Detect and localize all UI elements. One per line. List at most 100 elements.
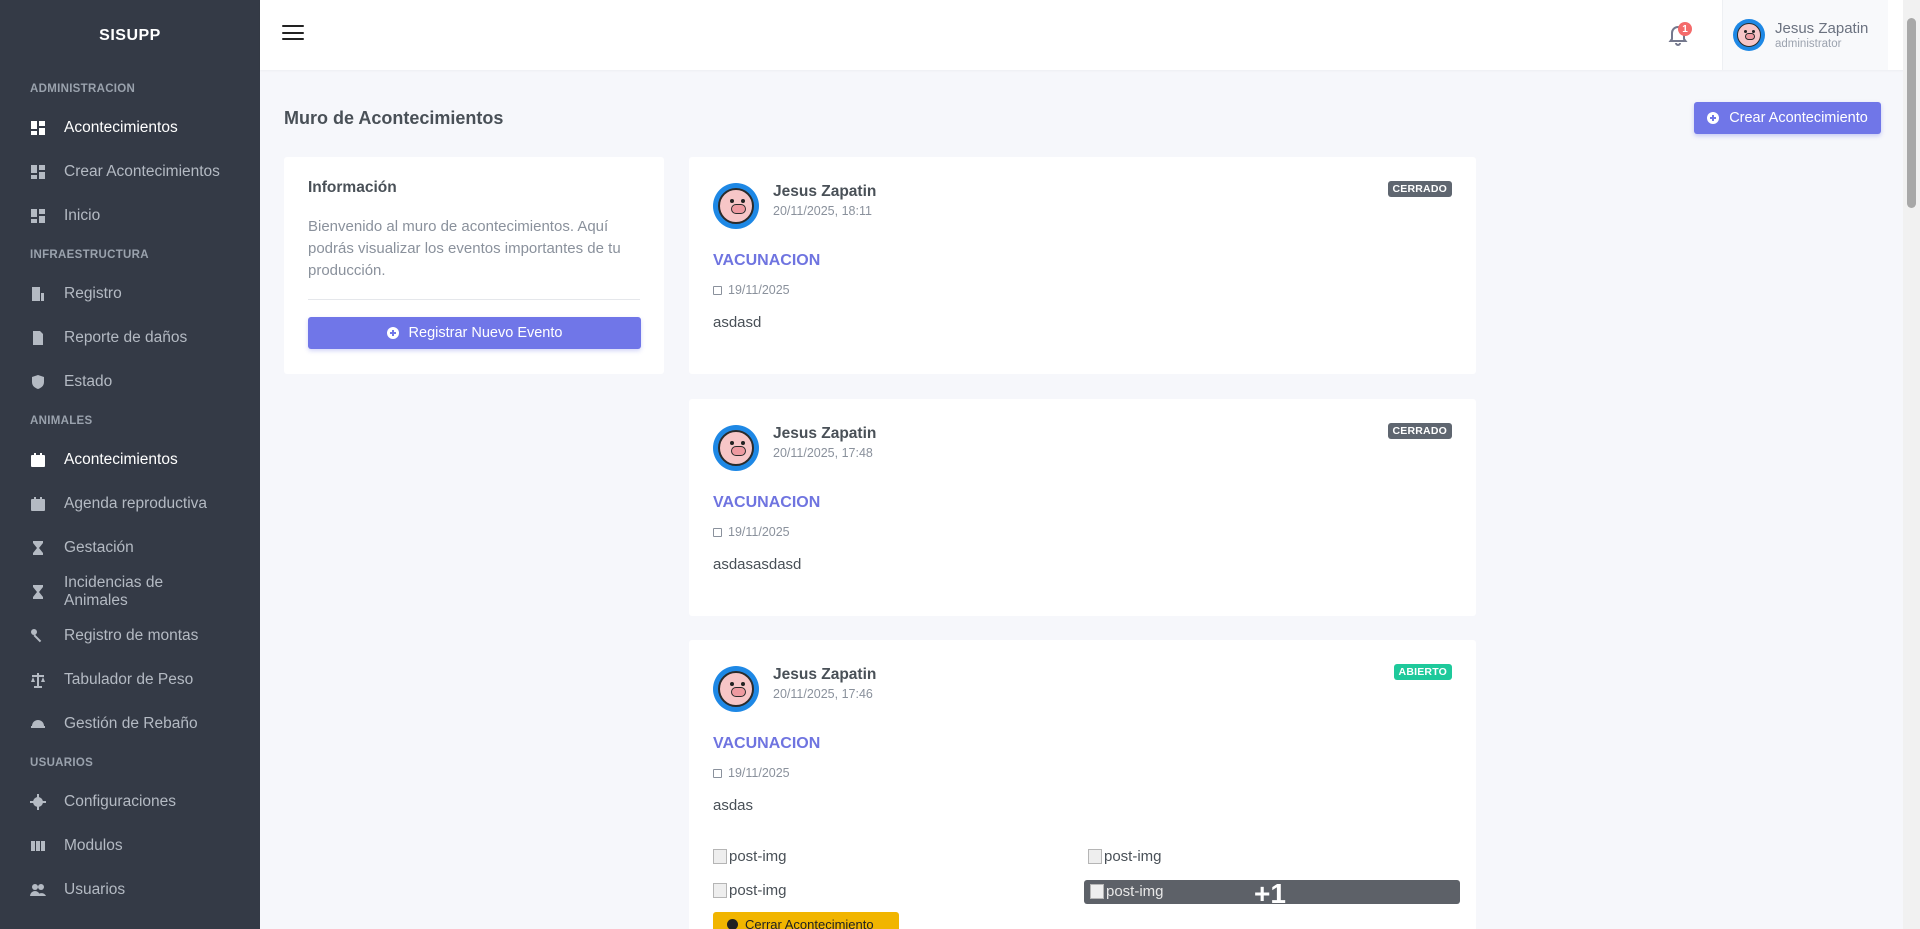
event-post: Jesus Zapatin 20/11/2025, 18:11 CERRADO …: [689, 157, 1476, 374]
sidebar-item-label: Acontecimientos: [64, 119, 178, 136]
sidebar-item-label: Crear Acontecimientos: [64, 163, 220, 180]
post-event-type[interactable]: VACUNACION: [713, 252, 820, 270]
sidebar-item-incidencias-de-animales[interactable]: Incidencias de Animales: [0, 570, 260, 614]
avatar: [1733, 19, 1765, 51]
status-badge: ABIERTO: [1393, 664, 1452, 680]
brand-logo[interactable]: SISUPP: [0, 0, 260, 72]
post-event-type[interactable]: VACUNACION: [713, 735, 820, 753]
sidebar-item-label: Estado: [64, 373, 113, 390]
calendar-icon: [713, 768, 722, 778]
post-event-date: 19/11/2025: [713, 766, 790, 780]
more-images-overlay[interactable]: post-img +1: [1084, 878, 1460, 909]
sidebar-item-label: Configuraciones: [64, 793, 177, 810]
post-image-alt: post-img: [1104, 848, 1162, 865]
sidebar-item-label: Gestión de Rebaño: [64, 715, 198, 732]
calendar-icon: [713, 285, 722, 295]
post-event-date-text: 19/11/2025: [728, 766, 790, 780]
broken-image-icon: [1090, 884, 1104, 899]
post-image-alt: post-img: [729, 848, 787, 865]
post-author: Jesus Zapatin: [773, 666, 877, 683]
sidebar-item-acontecimientos[interactable]: Acontecimientos: [0, 438, 260, 482]
link-icon: [30, 628, 46, 644]
info-card-text: Bienvenido al muro de acontecimientos. A…: [308, 216, 640, 300]
sidebar-item-modulos[interactable]: Modulos: [0, 824, 260, 868]
avatar: [713, 666, 759, 712]
sidebar-item-label: Usuarios: [64, 881, 126, 898]
register-event-button-label: Registrar Nuevo Evento: [408, 325, 563, 341]
hourglass-icon: [30, 540, 46, 556]
post-event-date-text: 19/11/2025: [728, 283, 790, 297]
sidebar-item-estado[interactable]: Estado: [0, 360, 260, 404]
info-card: Información Bienvenido al muro de aconte…: [284, 157, 664, 374]
sidebar-nav: ADMINISTRACION Acontecimientos Crear Acont…: [0, 72, 260, 912]
sidebar-item-label: Reporte de daños: [64, 329, 188, 346]
post-image: post-img: [1090, 883, 1164, 900]
user-name: Jesus Zapatin: [1775, 20, 1869, 37]
post-image[interactable]: post-img: [1088, 848, 1162, 865]
post-description: asdasasdasd: [713, 556, 802, 573]
document-icon: [30, 330, 46, 346]
sidebar-item-configuraciones[interactable]: Configuraciones: [0, 780, 260, 824]
sidebar-item-acontecimientos[interactable]: Acontecimientos: [0, 106, 260, 150]
avatar: [713, 183, 759, 229]
page-scrollbar[interactable]: [1903, 0, 1920, 929]
register-event-button[interactable]: Registrar Nuevo Evento: [308, 317, 641, 349]
sidebar-item-label: Agenda reproductiva: [64, 495, 208, 512]
post-image-alt: post-img: [729, 882, 787, 899]
post-image-alt: post-img: [1106, 883, 1164, 900]
menu-toggle-icon[interactable]: [282, 25, 304, 43]
page-title: Muro de Acontecimientos: [284, 108, 504, 128]
post-author: Jesus Zapatin: [773, 183, 877, 200]
sidebar: SISUPP ADMINISTRACION Acontecimientos Crea…: [0, 0, 260, 929]
scrollbar-thumb[interactable]: [1907, 18, 1916, 208]
post-author: Jesus Zapatin: [773, 425, 877, 442]
event-post: Jesus Zapatin 20/11/2025, 17:48 CERRADO …: [689, 399, 1476, 616]
shield-check-icon: [30, 374, 46, 390]
sidebar-item-label: Inicio: [64, 207, 101, 224]
post-image[interactable]: post-img: [713, 882, 787, 899]
sidebar-item-inicio[interactable]: Inicio: [0, 194, 260, 238]
status-badge: CERRADO: [1387, 423, 1452, 439]
users-icon: [30, 882, 46, 898]
sidebar-item-label: Incidencias de Animales: [64, 574, 164, 609]
post-event-type[interactable]: VACUNACION: [713, 494, 820, 512]
topbar: 1 Jesus Zapatin administrator: [260, 0, 1920, 70]
post-event-date-text: 19/11/2025: [728, 525, 790, 539]
sidebar-section-title: USUARIOS: [30, 757, 94, 769]
sidebar-item-label: Acontecimientos: [64, 451, 178, 468]
user-menu[interactable]: Jesus Zapatin administrator: [1722, 0, 1888, 70]
gear-icon: [30, 794, 46, 810]
sidebar-item-gestión-de-rebaño[interactable]: Gestión de Rebaño: [0, 702, 260, 746]
sidebar-item-label: Registro de montas: [64, 627, 199, 644]
sidebar-item-gestación[interactable]: Gestación: [0, 526, 260, 570]
check-circle-icon: [727, 918, 738, 929]
dashboard-icon: [30, 208, 46, 224]
sidebar-item-reporte-de-daños[interactable]: Reporte de daños: [0, 316, 260, 360]
close-event-button[interactable]: Cerrar Acontecimiento: [713, 912, 899, 929]
sidebar-item-crear-acontecimientos[interactable]: Crear Acontecimientos: [0, 150, 260, 194]
sidebar-item-registro-de-montas[interactable]: Registro de montas: [0, 614, 260, 658]
notifications-button[interactable]: 1: [1666, 22, 1692, 48]
sidebar-item-registro[interactable]: Registro: [0, 272, 260, 316]
post-image[interactable]: post-img: [713, 848, 787, 865]
post-timestamp: 20/11/2025, 17:46: [773, 687, 873, 701]
user-role: administrator: [1775, 38, 1842, 50]
sidebar-item-agenda-reproductiva[interactable]: Agenda reproductiva: [0, 482, 260, 526]
dashboard-icon: [30, 164, 46, 180]
scale-icon: [30, 672, 46, 688]
sidebar-item-tabulador-de-peso[interactable]: Tabulador de Peso: [0, 658, 260, 702]
broken-image-icon: [713, 849, 727, 864]
sidebar-item-usuarios[interactable]: Usuarios: [0, 868, 260, 912]
avatar: [713, 425, 759, 471]
broken-image-icon: [713, 883, 727, 898]
post-event-date: 19/11/2025: [713, 283, 790, 297]
grid-icon: [30, 838, 46, 854]
post-description: asdasd: [713, 314, 762, 331]
plus-circle-icon: [1707, 112, 1720, 124]
create-event-button[interactable]: Crear Acontecimiento: [1694, 102, 1881, 134]
sidebar-section-title: ANIMALES: [30, 415, 93, 427]
more-images-count: +1: [1254, 878, 1286, 909]
post-timestamp: 20/11/2025, 18:11: [773, 204, 872, 218]
sidebar-item-label: Tabulador de Peso: [64, 671, 194, 688]
calendar-icon: [713, 527, 722, 537]
